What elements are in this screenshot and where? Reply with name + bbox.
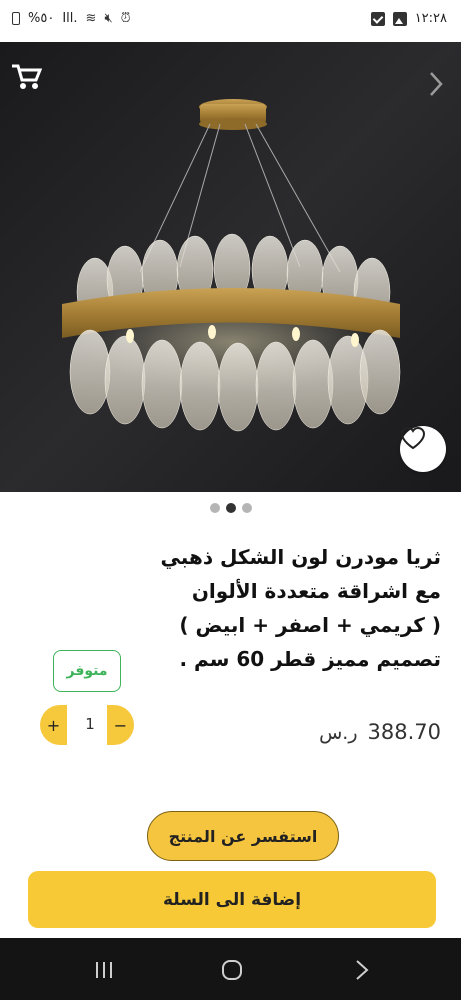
battery-icon <box>12 12 20 25</box>
system-navigation-bar <box>0 938 461 1000</box>
product-title-line: تصميم مميز قطر 60 سم . <box>179 647 442 671</box>
price-currency: ر.س <box>319 722 358 744</box>
product-title-line: ( كريمي + اصفر + ابيض ) <box>179 613 441 637</box>
status-bar: %٥٠ Ill. ≋ 🔇︎ ⏰︎ ١٢:٢٨ <box>0 0 461 42</box>
heart-icon <box>400 426 426 450</box>
availability-badge: متوفر <box>53 650 121 692</box>
pager-dot[interactable] <box>209 503 220 513</box>
checkbox-notification-icon <box>370 11 385 26</box>
product-title-line: ثريا مودرن لون الشكل ذهبي <box>160 545 441 569</box>
pager-dot-active[interactable] <box>225 503 236 513</box>
add-to-cart-button[interactable]: إضافة الى السلة <box>28 871 436 928</box>
price-value: 388.70 <box>367 720 441 744</box>
image-pager <box>0 503 461 513</box>
inquiry-button[interactable]: استفسر عن المنتج <box>147 811 339 861</box>
pager-dot[interactable] <box>241 503 252 513</box>
back-icon[interactable] <box>350 958 374 982</box>
price-row: 388.70 ر.س <box>319 720 441 744</box>
image-notification-icon <box>392 11 407 26</box>
shopping-cart-icon[interactable] <box>10 60 42 92</box>
product-title-line: مع اشراقة متعددة الألوان <box>191 579 441 603</box>
status-time: ١٢:٢٨ <box>414 11 447 26</box>
wifi-icon: ≋ <box>85 11 97 26</box>
recent-apps-icon[interactable] <box>92 958 116 982</box>
battery-percent: %٥٠ <box>28 11 55 26</box>
status-left-group: %٥٠ Ill. ≋ 🔇︎ ⏰︎ <box>12 11 131 26</box>
chandelier-illustration <box>62 99 401 432</box>
quantity-value: 1 <box>85 715 95 733</box>
alarm-icon: ⏰︎ <box>120 11 131 26</box>
favorite-button[interactable] <box>400 426 446 472</box>
product-title: ثريا مودرن لون الشكل ذهبي مع اشراقة متعد… <box>141 540 441 676</box>
status-right-group: ١٢:٢٨ <box>370 11 447 26</box>
signal-icon: Ill. <box>62 11 78 26</box>
mute-icon: 🔇︎ <box>104 11 113 26</box>
product-image[interactable] <box>0 42 461 492</box>
chevron-right-icon[interactable] <box>427 70 445 98</box>
home-icon[interactable] <box>220 958 244 982</box>
quantity-increase-button[interactable]: + <box>40 705 67 745</box>
